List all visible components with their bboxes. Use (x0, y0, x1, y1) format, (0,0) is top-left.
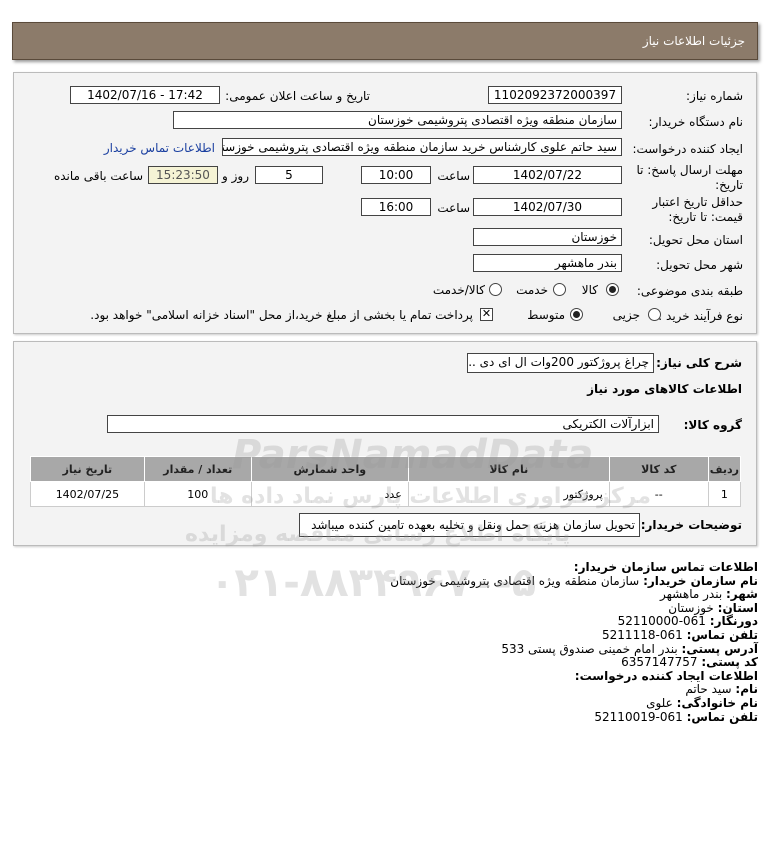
table-header-row: ردیف کد کالا نام کالا واحد شمارش تعداد /… (30, 456, 742, 482)
buyer-notes-field: تحویل سازمان هزینه حمل ونقل و تخلیه بعهد… (299, 513, 640, 537)
col-name-header: نام کالا (407, 456, 610, 482)
cell-unit: عدد (250, 481, 409, 507)
contact-phone: 061-5211118 (602, 627, 683, 642)
announce-label: تاریخ و ساعت اعلان عمومی: (225, 89, 370, 103)
contact-city: بندر ماهشهر (660, 587, 723, 602)
deadline-hour-label: ساعت (437, 169, 470, 183)
validity-date-field: 1402/07/30 (473, 198, 622, 216)
announce-field: 1402/07/16 - 17:42 (70, 86, 220, 104)
cell-code: -- (608, 481, 709, 507)
cell-name: پروژکتور (407, 481, 610, 507)
treasury-checkbox[interactable]: ✕ (480, 308, 493, 321)
remaining-label: ساعت باقی مانده (53, 169, 143, 183)
province-label: استان محل تحویل: (648, 233, 743, 247)
category-service-label: خدمت (516, 283, 548, 297)
category-both-label: کالا/خدمت (432, 283, 485, 297)
process-minor-label: جزیی (612, 308, 640, 322)
col-code-header: کد کالا (608, 456, 709, 482)
cell-row: 1 (707, 481, 742, 507)
summary-field: چراغ پروژکتور 200وات ال ای دی ... (467, 353, 654, 373)
buyer-contact-link[interactable]: اطلاعات تماس خریدار (104, 141, 215, 155)
need-number-label: شماره نیاز: (686, 89, 743, 103)
contact-org-label: نام سازمان خریدار: (643, 573, 758, 588)
validity-time-field: 16:00 (361, 198, 431, 216)
group-field: ابزارآلات الکتریکی (107, 415, 659, 433)
deadline-label-2: تاریخ: (715, 178, 743, 192)
contact-fax: 061-52110000 (617, 614, 706, 629)
payment-note: پرداخت تمام یا بخشی از مبلغ خرید،از محل … (90, 308, 473, 322)
province-field: خوزستان (473, 228, 622, 246)
contact-fax-label: دورنگار: (709, 614, 758, 629)
creator-phone-label: تلفن تماس: (686, 709, 758, 724)
validity-hour-label: ساعت (437, 201, 470, 215)
contact-address: بندر امام خمینی صندوق پستی 533 (501, 641, 678, 656)
deadline-label-1: مهلت ارسال پاسخ: تا (636, 163, 743, 177)
category-both-radio[interactable] (489, 283, 502, 296)
process-label: نوع فرآیند خرید : (658, 309, 743, 323)
category-service-radio[interactable] (553, 283, 566, 296)
city-label: شهر محل تحویل: (656, 258, 743, 272)
contact-org: سازمان منطقه ویژه اقتصادی پتروشیمی خوزست… (390, 573, 640, 588)
summary-label: شرح کلی نیاز: (656, 356, 742, 370)
creator-label: ایجاد کننده درخواست: (632, 142, 743, 156)
buyer-notes-label: توضیحات خریدار: (640, 518, 742, 532)
creator-info-title: اطلاعات ایجاد کننده درخواست: (574, 668, 758, 683)
days-field: 5 (255, 166, 323, 184)
process-medium-label: متوسط (527, 308, 565, 322)
table-row: 1 -- پروژکتور عدد 100 1402/07/25 (30, 481, 742, 507)
goods-info-title: اطلاعات کالاهای مورد نیاز (587, 382, 742, 396)
category-goods-label: کالا (581, 283, 598, 297)
contact-province-label: استان: (717, 600, 758, 615)
contact-phone-label: تلفن تماس: (686, 627, 758, 642)
creator-name-label: نام: (735, 682, 758, 697)
page-title: جزئیات اطلاعات نیاز (642, 34, 745, 48)
creator-name: سید حاتم (685, 682, 732, 697)
creator-field: سید حاتم علوی کارشناس خرید سازمان منطقه … (222, 138, 622, 156)
creator-family: علوی (646, 695, 673, 710)
contact-title: اطلاعات تماس سازمان خریدار: (573, 560, 758, 574)
deadline-time-field: 10:00 (361, 166, 431, 184)
creator-family-label: نام خانوادگی: (676, 695, 758, 710)
contact-address-label: آدرس پستی: (681, 641, 758, 656)
cell-qty: 100 (143, 481, 252, 507)
contact-section: اطلاعات تماس سازمان خریدار: نام سازمان خ… (390, 560, 758, 724)
validity-label-2: قیمت: تا تاریخ: (668, 210, 743, 224)
contact-province: خوزستان (668, 600, 714, 615)
validity-label-1: حداقل تاریخ اعتبار (652, 195, 743, 209)
process-medium-radio[interactable] (570, 308, 583, 321)
goods-table: ردیف کد کالا نام کالا واحد شمارش تعداد /… (30, 456, 742, 507)
deadline-date-field: 1402/07/22 (473, 166, 622, 184)
page-header: جزئیات اطلاعات نیاز (12, 22, 758, 60)
days-label: روز و (222, 169, 249, 183)
contact-postal-label: کد پستی: (701, 655, 758, 670)
category-goods-radio[interactable] (606, 283, 619, 296)
creator-phone: 061-52110019 (594, 709, 683, 724)
col-qty-header: تعداد / مقدار (143, 456, 252, 482)
group-label: گروه کالا: (683, 418, 742, 432)
category-label: طبقه بندی موضوعی: (636, 284, 743, 298)
contact-city-label: شهر: (726, 587, 758, 602)
col-row-header: ردیف (707, 456, 742, 482)
cell-date: 1402/07/25 (30, 481, 145, 507)
buyer-org-field: سازمان منطقه ویژه اقتصادی پتروشیمی خوزست… (173, 111, 622, 129)
col-unit-header: واحد شمارش (250, 456, 409, 482)
remaining-time-field: 15:23:50 (148, 166, 218, 184)
need-number-field: 1102092372000397 (488, 86, 622, 104)
col-date-header: تاریخ نیاز (30, 456, 145, 482)
city-field: بندر ماهشهر (473, 254, 622, 272)
contact-postal: 6357147757 (621, 655, 698, 670)
process-minor-radio[interactable] (648, 308, 661, 321)
buyer-org-label: نام دستگاه خریدار: (648, 115, 744, 129)
